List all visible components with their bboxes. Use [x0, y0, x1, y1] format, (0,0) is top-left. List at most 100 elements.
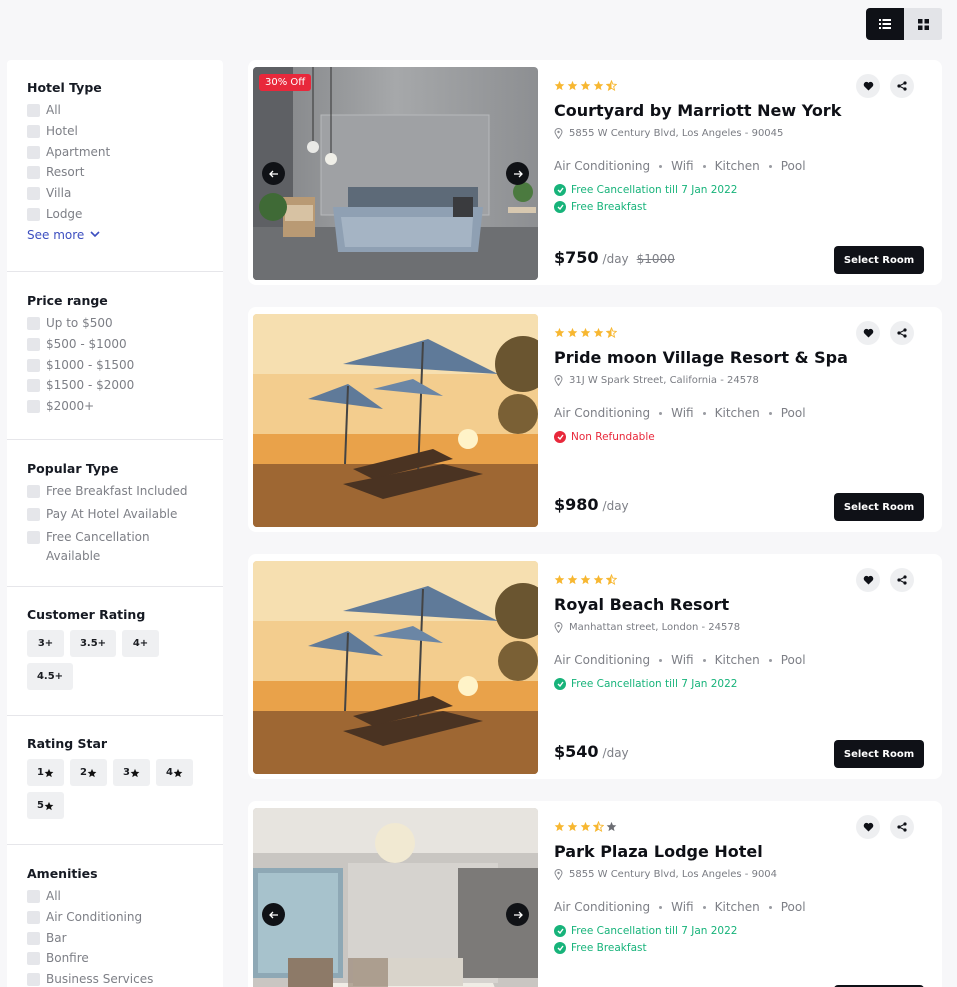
star-icon — [593, 574, 604, 585]
wishlist-button[interactable] — [856, 568, 880, 592]
checkbox[interactable] — [27, 187, 40, 201]
customer-rating-chip-4-5plus[interactable]: 4.5+ — [27, 663, 73, 690]
next-photo-button[interactable] — [506, 162, 529, 185]
checkbox[interactable] — [27, 931, 40, 945]
share-button[interactable] — [890, 321, 914, 345]
hotel-photo[interactable] — [253, 561, 538, 774]
next-photo-button[interactable] — [506, 903, 529, 926]
checkbox[interactable] — [27, 400, 40, 414]
rating-star-chip-4[interactable]: 4 — [156, 759, 193, 786]
checkbox[interactable] — [27, 166, 40, 180]
customer-rating-chip-3-5plus[interactable]: 3.5+ — [70, 630, 116, 657]
hotel-photo[interactable]: 30% Off — [253, 67, 538, 280]
filter-option-label: $1000 - $1500 — [46, 357, 135, 372]
customer-rating-chip-4plus[interactable]: 4+ — [122, 630, 159, 657]
prev-photo-button[interactable] — [262, 162, 285, 185]
rating-star-chip-2[interactable]: 2 — [70, 759, 107, 786]
wishlist-button[interactable] — [856, 321, 880, 345]
star-half-icon — [593, 821, 604, 832]
checkbox[interactable] — [27, 207, 40, 221]
filter-option-bar[interactable]: Bar — [27, 931, 203, 946]
share-button[interactable] — [890, 568, 914, 592]
checkbox[interactable] — [27, 952, 40, 966]
checkbox[interactable] — [27, 890, 40, 903]
wishlist-button[interactable] — [856, 815, 880, 839]
filter-option-resort[interactable]: Resort — [27, 165, 203, 180]
filter-option-1500-2000[interactable]: $1500 - $2000 — [27, 378, 203, 393]
filter-option-hotel[interactable]: Hotel — [27, 124, 203, 139]
hotel-name[interactable]: Pride moon Village Resort & Spa — [554, 348, 848, 367]
perk-text: Free Breakfast — [571, 201, 647, 213]
filter-option-business-services[interactable]: Business Services — [27, 972, 203, 987]
filter-option-1000-1500[interactable]: $1000 - $1500 — [27, 358, 203, 373]
wishlist-button[interactable] — [856, 74, 880, 98]
hotel-card[interactable]: Park Plaza Lodge Hotel 5855 W Century Blv… — [248, 801, 942, 987]
prev-photo-button[interactable] — [262, 903, 285, 926]
filter-option-bonfire[interactable]: Bonfire — [27, 951, 203, 966]
filter-option-all[interactable]: All — [27, 103, 203, 118]
see-more-link[interactable]: See more — [27, 228, 203, 242]
rating-star-chip-3[interactable]: 3 — [113, 759, 150, 786]
location-pin-icon — [554, 622, 563, 633]
hotel-name[interactable]: Courtyard by Marriott New York — [554, 101, 841, 120]
amenity-item: Pool — [780, 159, 806, 173]
checkbox[interactable] — [27, 337, 40, 351]
hotel-name[interactable]: Royal Beach Resort — [554, 595, 729, 614]
star-rating — [554, 327, 617, 338]
perk-text: Free Cancellation till 7 Jan 2022 — [571, 678, 738, 690]
filter-option-label: Air Conditioning — [46, 909, 143, 924]
filter-option-all[interactable]: All — [27, 889, 203, 904]
checkbox[interactable] — [27, 379, 40, 393]
filter-option-pay-at-hotel-available[interactable]: Pay At Hotel Available — [27, 507, 203, 524]
select-room-button[interactable]: Select Room — [834, 740, 924, 768]
hotel-photo[interactable] — [253, 314, 538, 527]
checkbox[interactable] — [27, 910, 40, 924]
filter-option-up-to-500[interactable]: Up to $500 — [27, 316, 203, 331]
hotel-address: Manhattan street, London - 24578 — [554, 622, 740, 633]
checkbox[interactable] — [27, 145, 40, 159]
star-empty-icon — [606, 821, 617, 832]
list-view-button[interactable] — [866, 8, 904, 40]
filter-option-500-1000[interactable]: $500 - $1000 — [27, 337, 203, 352]
hotel-card[interactable]: 30% Off Courtyard by Marriott New York 585… — [248, 60, 942, 285]
hotel-photo[interactable] — [253, 808, 538, 987]
select-room-button[interactable]: Select Room — [834, 246, 924, 274]
checkbox[interactable] — [27, 485, 40, 498]
star-icon — [554, 80, 565, 91]
share-icon — [897, 81, 907, 91]
filter-title: Price range — [27, 293, 108, 308]
filter-option-2000[interactable]: $2000+ — [27, 399, 203, 414]
share-button[interactable] — [890, 74, 914, 98]
filter-option-villa[interactable]: Villa — [27, 186, 203, 201]
checkbox[interactable] — [27, 358, 40, 372]
share-button[interactable] — [890, 815, 914, 839]
hotel-info: Courtyard by Marriott New York 5855 W Cen… — [554, 60, 924, 285]
hotel-card[interactable]: Pride moon Village Resort & Spa 31J W Spa… — [248, 307, 942, 532]
amenity-item: Air Conditioning — [554, 159, 651, 173]
amenity-item: Kitchen — [714, 406, 760, 420]
filter-option-lodge[interactable]: Lodge — [27, 207, 203, 222]
rating-star-chip-1[interactable]: 1 — [27, 759, 64, 786]
checkbox[interactable] — [27, 973, 40, 987]
checkbox[interactable] — [27, 124, 40, 138]
hotel-card[interactable]: Royal Beach Resort Manhattan street, Lond… — [248, 554, 942, 779]
rating-star-chip-5[interactable]: 5 — [27, 792, 64, 819]
grid-view-button[interactable] — [904, 8, 942, 40]
checkbox[interactable] — [27, 104, 40, 117]
filter-option-apartment[interactable]: Apartment — [27, 145, 203, 160]
filter-option-air-conditioning[interactable]: Air Conditioning — [27, 910, 203, 925]
filter-option-free-cancellation-available[interactable]: Free Cancellation Available — [27, 530, 203, 566]
perk-item: Free Cancellation till 7 Jan 2022 — [554, 184, 737, 196]
filter-option-free-breakfast-included[interactable]: Free Breakfast Included — [27, 484, 203, 501]
star-icon — [580, 574, 591, 585]
customer-rating-chip-3plus[interactable]: 3+ — [27, 630, 64, 657]
select-room-button[interactable]: Select Room — [834, 493, 924, 521]
hotel-info: Pride moon Village Resort & Spa 31J W Spa… — [554, 307, 924, 532]
star-icon — [567, 80, 578, 91]
filter-rating-star: Rating Star 1 2 3 4 5 — [7, 736, 223, 845]
checkbox[interactable] — [27, 317, 40, 330]
checkbox[interactable] — [27, 507, 40, 521]
hotel-name[interactable]: Park Plaza Lodge Hotel — [554, 842, 763, 861]
checkbox[interactable] — [27, 530, 40, 544]
chip-label: 3 — [123, 767, 130, 778]
